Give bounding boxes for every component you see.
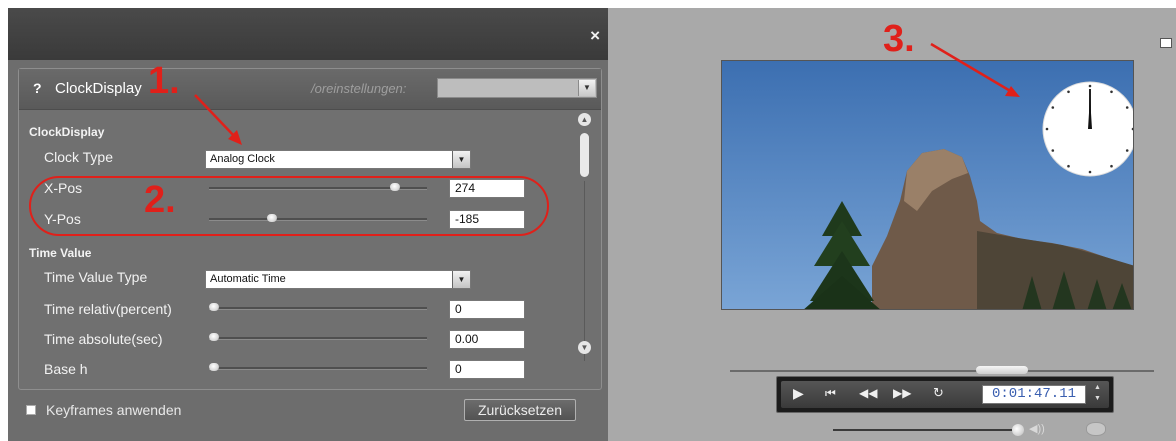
volume-thumb[interactable] [1012,424,1024,436]
volume-track[interactable] [833,429,1023,431]
seek-track[interactable] [730,370,1154,372]
preview-area: 3. ▶ ⏮ ◀◀ ▶▶ ↻ 0:01:47.11 ▲ ▼ ◀)) [608,8,1176,441]
loop-icon[interactable]: ↻ [933,385,944,401]
effect-dialog: × ? ClockDisplay /oreinstellungen: ▼ Clo… [8,8,608,441]
seek-thumb[interactable] [976,366,1028,374]
forward-icon[interactable]: ▶▶ [893,386,911,400]
annotation-label-2: 2. [144,179,176,221]
spin-down-icon[interactable]: ▼ [1094,395,1101,402]
play-icon[interactable]: ▶ [793,385,804,402]
skip-start-icon[interactable]: ⏮ [825,386,836,401]
speaker-icon[interactable]: ◀)) [1029,422,1045,435]
rewind-icon[interactable]: ◀◀ [859,386,877,400]
timecode-field[interactable]: 0:01:47.11 [982,385,1086,404]
transport-controls: ▶ ⏮ ◀◀ ▶▶ ↻ 0:01:47.11 ▲ ▼ [781,381,1109,408]
annotation-arrow-1 [194,94,242,145]
disc-icon[interactable] [1086,422,1106,436]
spin-up-icon[interactable]: ▲ [1094,384,1101,391]
transport-bar: ▶ ⏮ ◀◀ ▶▶ ↻ 0:01:47.11 ▲ ▼ [776,376,1114,413]
